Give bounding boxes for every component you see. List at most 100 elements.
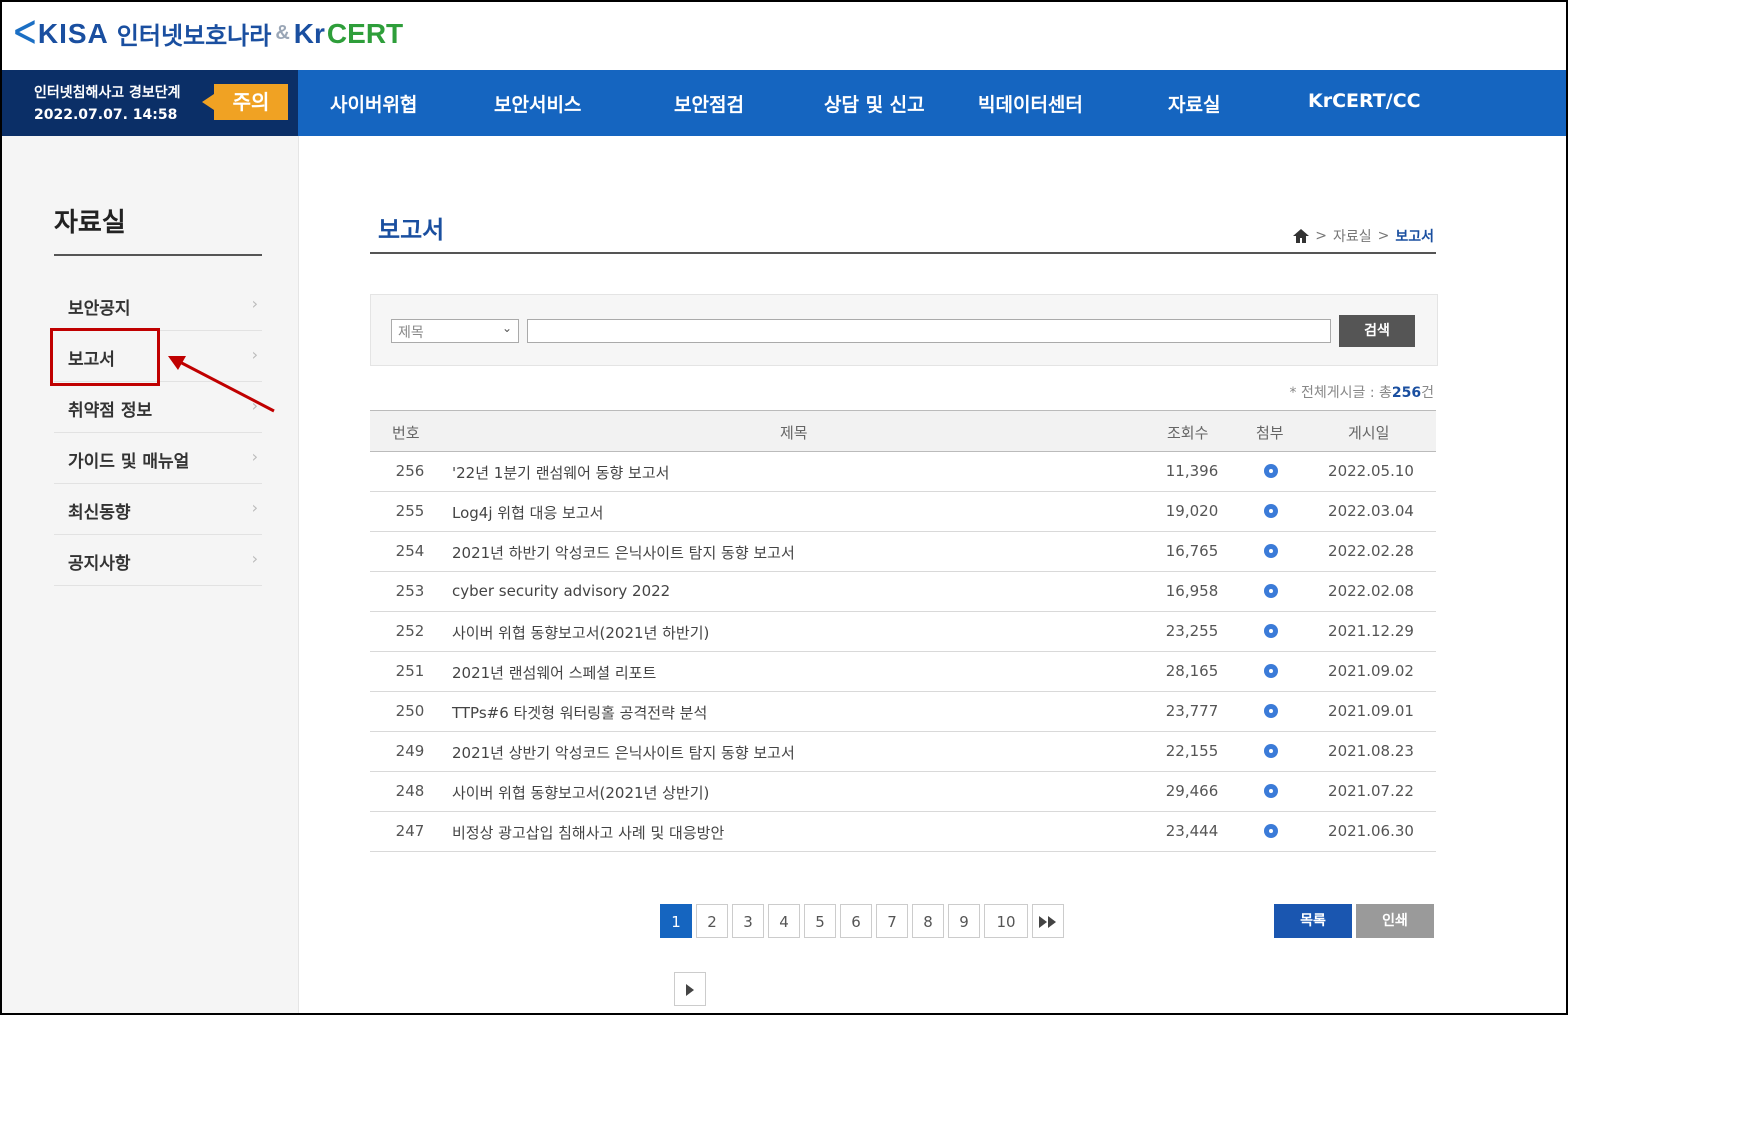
row-views: 19,020	[1165, 502, 1219, 520]
total-number: 256	[1391, 385, 1422, 401]
search-button[interactable]: 검색	[1339, 315, 1415, 347]
row-title-link[interactable]: 2021년 하반기 악성코드 은닉사이트 탐지 동향 보고서	[452, 542, 795, 563]
row-title-link[interactable]: cyber security advisory 2022	[452, 582, 670, 600]
row-title-link[interactable]: 2021년 랜섬웨어 스페셜 리포트	[452, 662, 656, 683]
table-row[interactable]: 254 2021년 하반기 악성코드 은닉사이트 탐지 동향 보고서 16,765 2…	[370, 532, 1436, 572]
breadcrumb: > 자료실 > 보고서	[1293, 226, 1434, 246]
nav-item-cyber-threat[interactable]: 사이버위협	[330, 90, 417, 117]
row-number: 254	[395, 542, 425, 560]
list-button[interactable]: 목록	[1274, 904, 1352, 938]
table-row[interactable]: 252 사이버 위협 동향보고서(2021년 하반기) 23,255 2021.12.…	[370, 612, 1436, 652]
nav-item-consult-report[interactable]: 상담 및 신고	[824, 90, 925, 117]
breadcrumb-separator: >	[1377, 228, 1390, 244]
table-row[interactable]: 247 비정상 광고삽입 침해사고 사례 및 대응방안 23,444 2021.06.…	[370, 812, 1436, 852]
search-input[interactable]	[527, 319, 1331, 343]
page-link-7[interactable]: 7	[876, 904, 908, 938]
home-icon[interactable]	[1293, 229, 1310, 243]
attachment-icon[interactable]	[1264, 464, 1278, 478]
attachment-icon[interactable]	[1264, 824, 1278, 838]
next-page-icon[interactable]	[674, 972, 706, 1006]
row-views: 23,255	[1165, 622, 1219, 640]
row-number: 252	[395, 622, 425, 640]
sidebar-title: 자료실	[54, 208, 126, 238]
page-link-1[interactable]: 1	[660, 904, 692, 938]
table-row[interactable]: 249 2021년 상반기 악성코드 은닉사이트 탐지 동향 보고서 22,155 2…	[370, 732, 1436, 772]
row-views: 16,765	[1165, 542, 1219, 560]
chevron-down-icon: ⌄	[501, 321, 512, 335]
nav-item-bigdata-center[interactable]: 빅데이터센터	[978, 90, 1083, 117]
sidebar-item-label: 취약점 정보	[68, 401, 153, 421]
site-logo[interactable]: ᐸ KISA 인터넷보호나라 & Kr CERT	[14, 16, 403, 51]
table-row[interactable]: 256 '22년 1분기 랜섬웨어 동향 보고서 11,396 2022.05.10	[370, 452, 1436, 492]
attachment-icon[interactable]	[1264, 504, 1278, 518]
table-row[interactable]: 250 TTPs#6 타겟형 워터링홀 공격전략 분석 23,777 2021.09.…	[370, 692, 1436, 732]
attachment-icon[interactable]	[1264, 544, 1278, 558]
page-link-9[interactable]: 9	[948, 904, 980, 938]
sidebar-item-announcements[interactable]: 공지사항 ›	[54, 535, 262, 586]
nav-item-library[interactable]: 자료실	[1168, 90, 1220, 117]
page-title: 보고서	[378, 216, 445, 244]
chevron-right-icon: ›	[251, 294, 258, 313]
attachment-icon[interactable]	[1264, 744, 1278, 758]
table-header: 번호 제목 조회수 첨부 게시일	[370, 410, 1436, 452]
highlight-annotation-box	[50, 328, 160, 386]
total-count: * 전체게시글 : 총256건	[1290, 382, 1434, 402]
breadcrumb-separator: >	[1315, 228, 1327, 244]
nav-item-security-check[interactable]: 보안점검	[674, 90, 744, 117]
last-page-icon[interactable]	[1032, 904, 1064, 938]
attachment-icon[interactable]	[1264, 624, 1278, 638]
row-views: 23,777	[1165, 702, 1219, 720]
page-link-4[interactable]: 4	[768, 904, 800, 938]
row-title-link[interactable]: Log4j 위협 대응 보고서	[452, 502, 603, 523]
row-number: 256	[395, 462, 425, 480]
attachment-icon[interactable]	[1264, 704, 1278, 718]
table-row[interactable]: 253 cyber security advisory 2022 16,958 202…	[370, 572, 1436, 612]
row-views: 29,466	[1165, 782, 1219, 800]
sidebar-item-security-notice[interactable]: 보안공지 ›	[54, 280, 262, 331]
sidebar-item-guides-manuals[interactable]: 가이드 및 매뉴얼 ›	[54, 433, 262, 484]
attachment-icon[interactable]	[1264, 784, 1278, 798]
row-title-link[interactable]: TTPs#6 타겟형 워터링홀 공격전략 분석	[452, 702, 707, 723]
row-title-link[interactable]: '22년 1분기 랜섬웨어 동향 보고서	[452, 462, 669, 483]
breadcrumb-library[interactable]: 자료실	[1333, 226, 1372, 246]
row-views: 23,444	[1165, 822, 1219, 840]
nav-item-krcert[interactable]: KrCERT/CC	[1308, 90, 1421, 112]
total-prefix: * 전체게시글 : 총	[1289, 385, 1392, 401]
row-views: 28,165	[1165, 662, 1219, 680]
attachment-icon[interactable]	[1264, 664, 1278, 678]
pagination: 1 2 3 4 5 6 7 8 9 10	[660, 904, 1064, 1006]
print-button[interactable]: 인쇄	[1356, 904, 1434, 938]
row-number: 255	[395, 502, 425, 520]
row-date: 2021.06.30	[1328, 822, 1414, 840]
chevron-right-icon: ›	[251, 447, 258, 466]
table-row[interactable]: 251 2021년 랜섬웨어 스페셜 리포트 28,165 2021.09.02	[370, 652, 1436, 692]
attachment-icon[interactable]	[1264, 584, 1278, 598]
page-link-6[interactable]: 6	[840, 904, 872, 938]
row-title-link[interactable]: 2021년 상반기 악성코드 은닉사이트 탐지 동향 보고서	[452, 742, 795, 763]
sidebar-item-latest-trends[interactable]: 최신동향 ›	[54, 484, 262, 535]
main-nav: 인터넷침해사고 경보단계 2022.07.07. 14:58 주의 사이버위협 …	[2, 70, 1566, 136]
title-divider	[370, 252, 1436, 254]
page-link-3[interactable]: 3	[732, 904, 764, 938]
nav-item-security-service[interactable]: 보안서비스	[494, 90, 581, 117]
row-views: 22,155	[1165, 742, 1219, 760]
sidebar: 자료실 보안공지 › 보고서 › 취약점 정보 › 가이드 및 매뉴얼 › 최신…	[2, 136, 299, 1013]
page-link-8[interactable]: 8	[912, 904, 944, 938]
row-date: 2021.07.22	[1328, 782, 1414, 800]
search-field-select[interactable]: 제목 ⌄	[391, 319, 519, 343]
row-date: 2021.09.01	[1328, 702, 1414, 720]
page-link-2[interactable]: 2	[696, 904, 728, 938]
header-attach: 첨부	[1256, 424, 1284, 442]
breadcrumb-current: 보고서	[1395, 229, 1434, 245]
row-number: 248	[395, 782, 425, 800]
page-link-10[interactable]: 10	[984, 904, 1028, 938]
annotation-arrow-icon	[168, 356, 275, 413]
row-number: 250	[395, 702, 425, 720]
row-title-link[interactable]: 사이버 위협 동향보고서(2021년 하반기)	[452, 622, 709, 643]
row-title-link[interactable]: 비정상 광고삽입 침해사고 사례 및 대응방안	[452, 822, 724, 843]
table-row[interactable]: 255 Log4j 위협 대응 보고서 19,020 2022.03.04	[370, 492, 1436, 532]
page-link-5[interactable]: 5	[804, 904, 836, 938]
row-date: 2021.12.29	[1328, 622, 1414, 640]
row-title-link[interactable]: 사이버 위협 동향보고서(2021년 상반기)	[452, 782, 709, 803]
table-row[interactable]: 248 사이버 위협 동향보고서(2021년 상반기) 29,466 2021.07.…	[370, 772, 1436, 812]
